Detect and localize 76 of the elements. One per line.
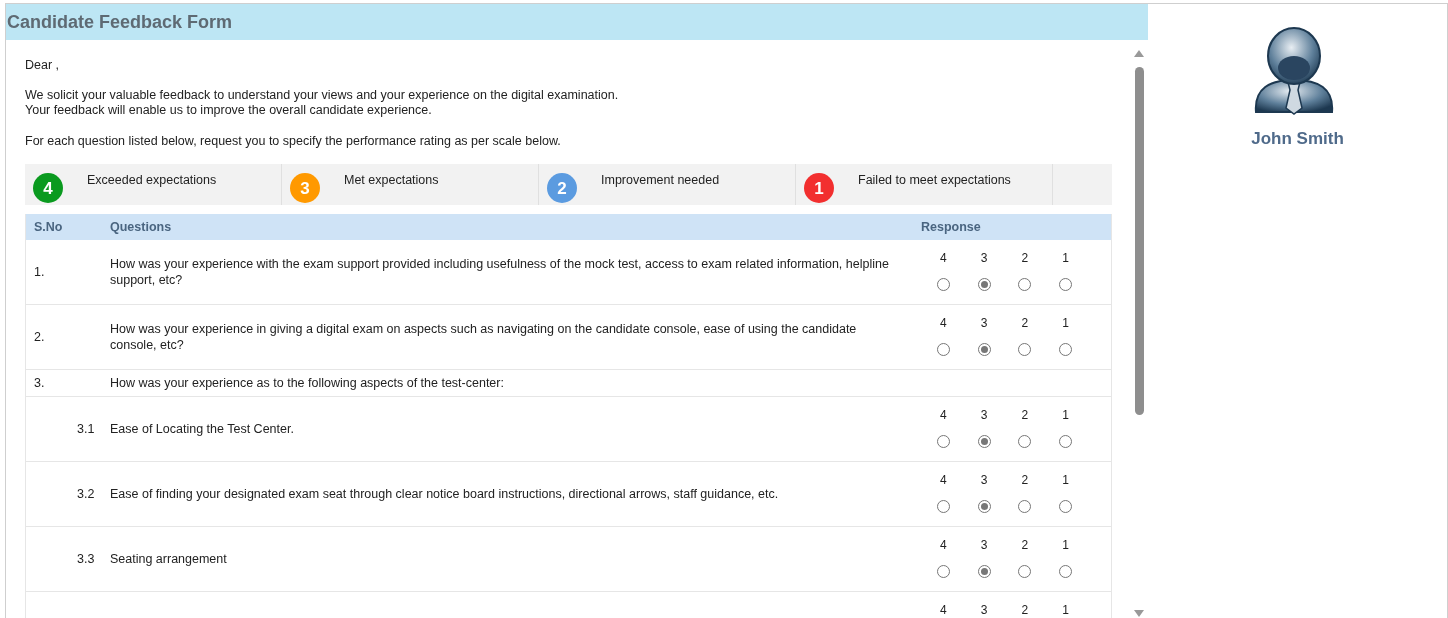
greeting: Dear , bbox=[25, 58, 61, 73]
rating-label: 3 bbox=[980, 316, 988, 330]
rating-badge: 4 bbox=[33, 173, 63, 203]
rating-label: 1 bbox=[1062, 538, 1069, 552]
radio-button[interactable] bbox=[977, 565, 991, 578]
rating-label: 3 bbox=[980, 251, 988, 265]
radio-button[interactable] bbox=[977, 500, 991, 513]
radio-button[interactable] bbox=[936, 565, 950, 578]
rating-label: 2 bbox=[1021, 473, 1029, 487]
rating-label: 4 bbox=[940, 316, 947, 330]
rating-description: Exceeded expectations bbox=[87, 173, 217, 189]
question-text: How was your experience in giving a digital exam on aspects such as navigating on the candidate console, ease of using the candidate console, etc? bbox=[110, 321, 858, 353]
rating-label: 3 bbox=[980, 538, 988, 552]
rating-label: 1 bbox=[1062, 316, 1069, 330]
scrollbar-thumb[interactable] bbox=[1135, 67, 1144, 415]
intro-text: We solicit your valuable feedback to understand your views and your experience on the digital examination. bbox=[25, 88, 620, 103]
rating-description: Improvement needed bbox=[601, 173, 720, 189]
radio-button[interactable] bbox=[1018, 500, 1032, 513]
question-number: 3.3 bbox=[77, 551, 95, 566]
rating-label: 4 bbox=[940, 473, 947, 487]
rating-label: 1 bbox=[1062, 473, 1069, 487]
rating-label: 3 bbox=[980, 473, 988, 487]
rating-label: 2 bbox=[1021, 538, 1029, 552]
radio-button[interactable] bbox=[1059, 500, 1073, 513]
radio-button[interactable] bbox=[977, 435, 991, 448]
rating-label: 3 bbox=[980, 408, 988, 422]
rating-label: 4 bbox=[940, 603, 947, 617]
intro-text: Your feedback will enable us to improve the overall candidate experience. bbox=[25, 103, 433, 118]
question-number: 1. bbox=[34, 264, 45, 279]
radio-button[interactable] bbox=[1059, 278, 1073, 291]
scroll-up-icon[interactable] bbox=[1134, 50, 1144, 57]
rating-description: Met expectations bbox=[344, 173, 439, 189]
radio-button[interactable] bbox=[1059, 565, 1073, 578]
rating-label: 1 bbox=[1062, 408, 1069, 422]
question-text: Ease of Locating the Test Center. bbox=[110, 421, 295, 437]
scroll-down-icon[interactable] bbox=[1134, 610, 1144, 617]
rating-badge: 2 bbox=[547, 173, 577, 203]
radio-button[interactable] bbox=[936, 500, 950, 513]
user-name: John Smith bbox=[1251, 128, 1344, 150]
question-text: Ease of finding your designated exam seat through clear notice board instructions, directional arrows, staff guidance, etc. bbox=[110, 486, 780, 502]
rating-label: 2 bbox=[1021, 316, 1029, 330]
column-header: S.No bbox=[33, 219, 64, 235]
radio-button[interactable] bbox=[1018, 343, 1032, 356]
question-number: 3.2 bbox=[77, 486, 95, 501]
question-text: How was your experience as to the following aspects of the test-center: bbox=[110, 375, 504, 391]
rating-description: Failed to meet expectations bbox=[858, 173, 1011, 189]
rating-badge: 1 bbox=[804, 173, 834, 203]
radio-button[interactable] bbox=[1018, 435, 1032, 448]
rating-label: 2 bbox=[1021, 603, 1029, 617]
question-number: 3.1 bbox=[77, 421, 95, 436]
question-number: 3. bbox=[33, 375, 46, 391]
rating-badge: 3 bbox=[290, 173, 320, 203]
column-header: Response bbox=[921, 219, 981, 235]
radio-button[interactable] bbox=[936, 343, 950, 356]
radio-button[interactable] bbox=[977, 343, 991, 356]
rating-label: 4 bbox=[940, 408, 947, 422]
radio-button[interactable] bbox=[936, 435, 950, 448]
rating-label: 1 bbox=[1062, 603, 1069, 617]
rating-label: 2 bbox=[1021, 408, 1029, 422]
form-title: Candidate Feedback Form bbox=[7, 10, 233, 34]
radio-button[interactable] bbox=[1018, 278, 1032, 291]
radio-button[interactable] bbox=[1018, 565, 1032, 578]
radio-button[interactable] bbox=[977, 278, 991, 291]
column-header: Questions bbox=[110, 219, 173, 235]
rating-label: 3 bbox=[980, 603, 988, 617]
rating-label: 4 bbox=[940, 538, 947, 552]
rating-label: 1 bbox=[1062, 251, 1069, 265]
instruction-text: For each question listed below, request you to specify the performance rating as per scale below. bbox=[25, 134, 562, 149]
radio-button[interactable] bbox=[936, 278, 950, 291]
question-text: How was your experience with the exam support provided including usefulness of the mock test, access to exam related information, helpline support, etc? bbox=[110, 256, 890, 288]
radio-button[interactable] bbox=[1059, 343, 1073, 356]
rating-label: 2 bbox=[1021, 251, 1029, 265]
question-number: 2. bbox=[34, 329, 45, 344]
radio-button[interactable] bbox=[1059, 435, 1073, 448]
rating-label: 4 bbox=[940, 251, 947, 265]
question-text: Seating arrangement bbox=[110, 551, 228, 567]
